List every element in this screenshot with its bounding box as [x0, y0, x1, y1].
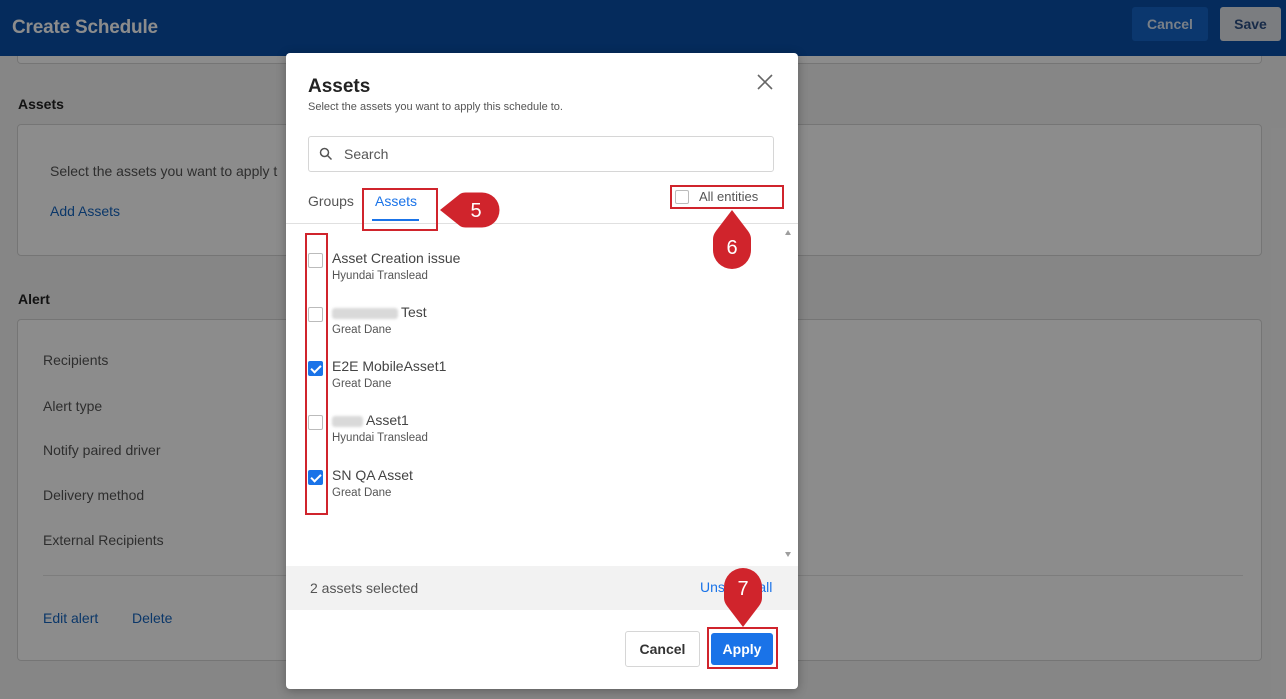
close-icon [757, 74, 773, 90]
redacted-text [332, 307, 398, 319]
all-entities-checkbox[interactable]: All entities [675, 189, 758, 204]
all-entities-box[interactable] [675, 189, 689, 204]
callout-7-icon: 7 [724, 568, 762, 627]
item-checkbox[interactable] [308, 361, 323, 376]
item-name-text: Test [401, 304, 427, 320]
list-item[interactable]: Test Great Dane [308, 299, 778, 349]
apply-button[interactable]: Apply [711, 633, 773, 665]
search-box [308, 136, 774, 172]
scroll-up-arrow-icon[interactable] [785, 230, 791, 235]
item-name: Asset1 [332, 412, 409, 428]
callout-6-number: 6 [726, 237, 737, 259]
redacted-text [332, 415, 363, 427]
item-group: Great Dane [332, 324, 392, 336]
close-button[interactable] [754, 71, 776, 93]
item-group: Great Dane [332, 487, 392, 499]
item-group: Hyundai Translead [332, 270, 428, 282]
item-checkbox[interactable] [308, 307, 323, 322]
item-name: Asset Creation issue [332, 250, 461, 266]
list-scrollbar[interactable] [784, 224, 796, 564]
item-name-text: Asset1 [366, 412, 409, 428]
callout-5-number: 5 [470, 200, 481, 222]
modal-title: Assets [308, 76, 371, 97]
item-name: Test [332, 304, 427, 320]
list-item[interactable]: Asset Creation issue Hyundai Translead [308, 245, 778, 295]
callout-7-number: 7 [737, 578, 748, 600]
item-group: Great Dane [332, 378, 392, 390]
tab-assets[interactable]: Assets [375, 193, 417, 209]
selected-count: 2 assets selected [310, 580, 419, 596]
item-name: SN QA Asset [332, 467, 413, 483]
item-checkbox[interactable] [308, 415, 323, 430]
all-entities-label: All entities [699, 189, 759, 204]
modal-subtitle: Select the assets you want to apply this… [308, 101, 563, 113]
callout-5-icon: 5 [440, 192, 500, 228]
asset-list: Asset Creation issue Hyundai Translead T… [286, 224, 798, 564]
item-checkbox[interactable] [308, 470, 323, 485]
item-checkbox[interactable] [308, 253, 323, 268]
active-tab-indicator [372, 219, 419, 221]
list-item[interactable]: E2E MobileAsset1 Great Dane [308, 353, 778, 403]
item-group: Hyundai Translead [332, 432, 428, 444]
search-icon [319, 147, 333, 161]
tab-groups[interactable]: Groups [308, 193, 354, 209]
search-input[interactable] [344, 146, 764, 162]
cancel-button[interactable]: Cancel [625, 631, 700, 667]
callout-6-icon: 6 [713, 210, 751, 269]
scroll-down-arrow-icon[interactable] [785, 552, 791, 557]
list-item[interactable]: SN QA Asset Great Dane [308, 462, 778, 512]
item-name: E2E MobileAsset1 [332, 358, 447, 374]
list-item[interactable]: Asset1 Hyundai Translead [308, 407, 778, 457]
